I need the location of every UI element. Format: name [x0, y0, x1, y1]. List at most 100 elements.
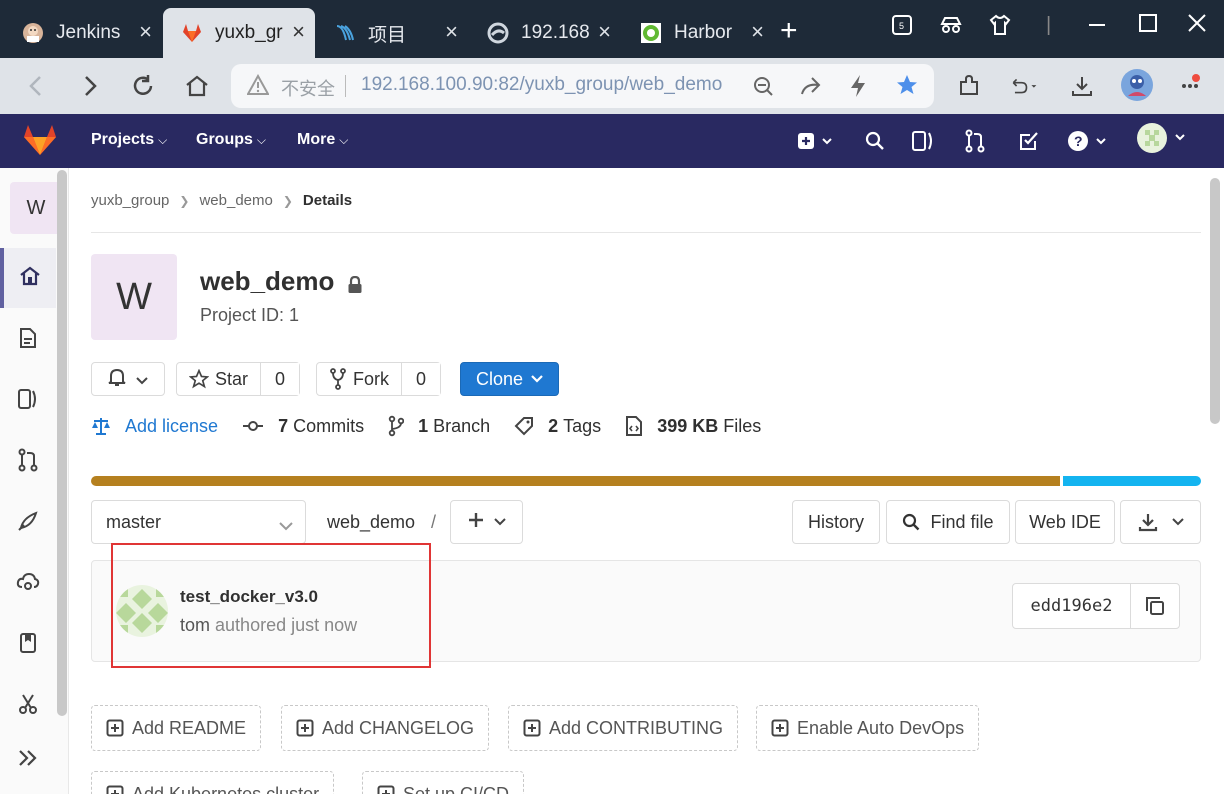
tab-jenkins[interactable]: Jenkins ×: [4, 8, 162, 58]
extensions-icon[interactable]: [955, 72, 983, 100]
tab-project[interactable]: 项目 ×: [316, 8, 468, 58]
maximize-icon[interactable]: [1139, 14, 1157, 38]
close-icon[interactable]: ×: [445, 20, 458, 44]
add-contributing-button[interactable]: Add CONTRIBUTING: [508, 705, 739, 751]
tags-link[interactable]: 2 Tags: [514, 416, 601, 437]
web-ide-button[interactable]: Web IDE: [1015, 500, 1115, 544]
fork-button[interactable]: Fork 0: [316, 362, 442, 396]
find-file-label: Find file: [930, 511, 994, 532]
star-toggle[interactable]: Star: [177, 363, 260, 395]
breadcrumb-group[interactable]: yuxb_group: [91, 192, 169, 209]
language-segment[interactable]: [91, 476, 1060, 486]
notification-dropdown[interactable]: [91, 362, 165, 396]
home-icon[interactable]: [183, 72, 211, 100]
branch-selector[interactable]: master: [91, 500, 306, 544]
sidebar-expand-button[interactable]: [0, 730, 56, 790]
search-icon[interactable]: [864, 128, 886, 154]
sidebar-item-ci-cd[interactable]: [0, 493, 56, 553]
star-button[interactable]: Star 0: [176, 362, 301, 396]
add-readme-button[interactable]: Add README: [91, 705, 262, 751]
page-scrollbar[interactable]: [1210, 178, 1220, 424]
language-segment[interactable]: [1063, 476, 1201, 486]
sidebar-item-operations[interactable]: [0, 554, 56, 614]
sidebar-scrollbar[interactable]: [57, 170, 67, 716]
enable-auto-devops-button[interactable]: Enable Auto DevOps: [756, 705, 980, 751]
setup-ci-cd-button[interactable]: Set up CI/CD: [362, 771, 525, 794]
more-menu-icon[interactable]: [1176, 72, 1204, 100]
minimize-icon[interactable]: [1088, 14, 1106, 40]
user-avatar-dropdown[interactable]: [1136, 123, 1190, 153]
undo-dropdown-icon[interactable]: [1010, 72, 1038, 100]
history-button[interactable]: History: [792, 500, 880, 544]
browser-toolbar: 不安全 192.168.100.90:82/yuxb_group/web_dem…: [0, 58, 1224, 114]
forward-icon[interactable]: [76, 72, 104, 100]
reload-icon[interactable]: [129, 72, 157, 100]
clone-button[interactable]: Clone: [460, 362, 559, 396]
nav-groups[interactable]: Groups ⌵: [196, 131, 266, 149]
download-dropdown[interactable]: [1120, 500, 1201, 544]
sidebar-item-project-overview[interactable]: [0, 248, 56, 308]
copy-sha-button[interactable]: [1131, 584, 1179, 628]
find-file-button[interactable]: Find file: [886, 500, 1010, 544]
sidebar-item-merge-requests[interactable]: [0, 432, 56, 492]
fork-toggle[interactable]: Fork: [317, 363, 401, 395]
tab-label: 192.168: [521, 22, 589, 43]
files-link[interactable]: 399 KB Files: [625, 415, 761, 437]
nav-projects[interactable]: Projects ⌵: [91, 131, 167, 149]
zoom-icon[interactable]: [752, 75, 774, 102]
tab-ip[interactable]: 192.168 ×: [469, 8, 621, 58]
add-kubernetes-cluster-button[interactable]: Add Kubernetes cluster: [91, 771, 335, 794]
project-title: web_demo: [200, 266, 335, 296]
add-license-link[interactable]: Add license: [91, 416, 218, 437]
close-icon[interactable]: ×: [751, 20, 764, 44]
new-item-dropdown[interactable]: [797, 128, 837, 154]
merge-requests-icon[interactable]: [964, 128, 986, 154]
plus-square-icon: [771, 719, 797, 737]
plus-square-icon: [106, 719, 132, 737]
breadcrumb-project[interactable]: web_demo: [199, 192, 272, 209]
star-favorite-icon[interactable]: [895, 73, 919, 102]
gitlab-logo-icon[interactable]: [23, 124, 57, 161]
sidebar-item-snippets[interactable]: [0, 676, 56, 736]
tab-gitlab[interactable]: yuxb_gr ×: [163, 8, 315, 58]
sidebar-item-issues[interactable]: [0, 371, 56, 431]
breadcrumb: yuxb_group ❯ web_demo ❯ Details: [91, 192, 352, 209]
sidebar-item-wiki[interactable]: [0, 615, 56, 675]
download-icon[interactable]: [1068, 72, 1096, 100]
back-icon[interactable]: [22, 72, 50, 100]
share-icon[interactable]: [799, 75, 821, 102]
close-icon[interactable]: ×: [292, 20, 305, 44]
search-icon: [902, 513, 920, 531]
add-changelog-button[interactable]: Add CHANGELOG: [281, 705, 490, 751]
new-tab-button[interactable]: +: [780, 16, 798, 46]
incognito-icon[interactable]: [939, 14, 963, 42]
add-file-dropdown[interactable]: [450, 500, 523, 544]
nav-more[interactable]: More ⌵: [297, 131, 348, 149]
issues-icon[interactable]: [911, 128, 935, 154]
todos-icon[interactable]: [1018, 128, 1040, 154]
fork-count[interactable]: 0: [401, 363, 441, 395]
insecure-label: 不安全: [281, 79, 335, 99]
branches-link[interactable]: 1 Branch: [388, 415, 490, 437]
close-icon[interactable]: ×: [598, 20, 611, 44]
tab-harbor[interactable]: Harbor ×: [622, 8, 774, 58]
url-text[interactable]: 192.168.100.90:82/yuxb_group/web_demo: [361, 74, 722, 96]
repository-languages-bar[interactable]: [91, 476, 1201, 486]
browser-tab-strip: Jenkins × yuxb_gr × 项目 × 192.168 × Harbo…: [0, 0, 1224, 58]
sidebar-panel-icon[interactable]: 5: [891, 14, 913, 42]
shirt-icon[interactable]: [988, 14, 1012, 42]
star-count[interactable]: 0: [260, 363, 300, 395]
profile-avatar[interactable]: [1120, 68, 1154, 102]
lightning-icon[interactable]: [848, 74, 868, 103]
close-window-icon[interactable]: [1188, 14, 1206, 38]
help-dropdown[interactable]: ?: [1067, 128, 1111, 154]
repo-path[interactable]: web_demo: [327, 512, 415, 533]
divider-icon: |: [1046, 14, 1052, 36]
sidebar-project-avatar[interactable]: W: [10, 182, 62, 234]
close-icon[interactable]: ×: [139, 20, 152, 44]
breadcrumb-current[interactable]: Details: [303, 192, 352, 209]
address-bar[interactable]: 不安全 192.168.100.90:82/yuxb_group/web_dem…: [231, 64, 934, 108]
commits-link[interactable]: 7 Commits: [242, 416, 364, 437]
sidebar-item-repository[interactable]: [0, 310, 56, 370]
commit-sha[interactable]: edd196e2: [1013, 584, 1131, 628]
